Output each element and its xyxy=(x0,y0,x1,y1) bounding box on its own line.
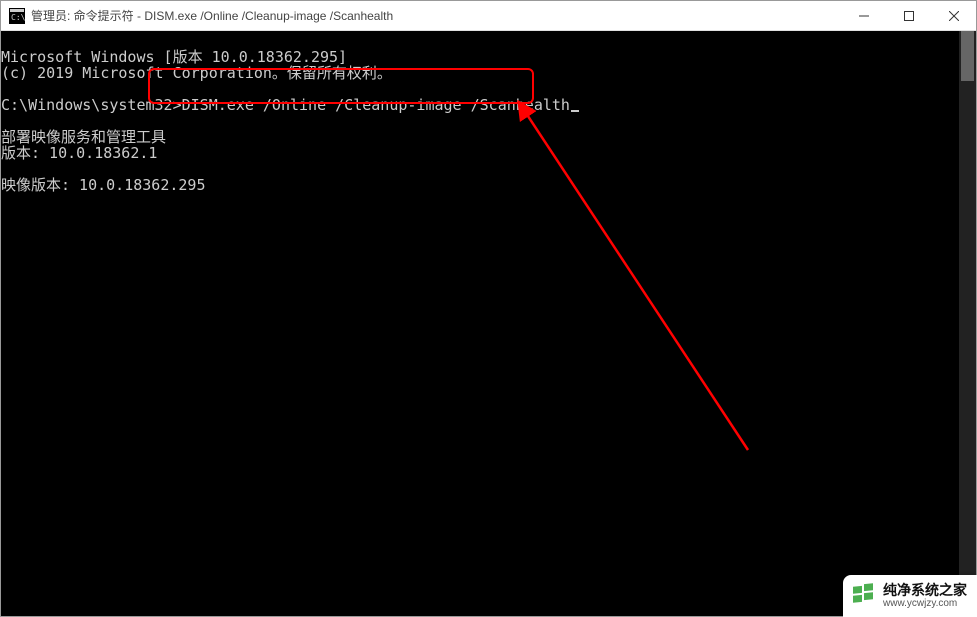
watermark-url: www.ycwjzy.com xyxy=(883,598,967,609)
cmd-window: C:\ 管理员: 命令提示符 - DISM.exe /Online /Clean… xyxy=(0,0,977,617)
minimize-button[interactable] xyxy=(841,1,886,30)
svg-text:C:\: C:\ xyxy=(11,13,25,22)
output-line: 映像版本: 10.0.18362.295 xyxy=(1,176,206,194)
close-button[interactable] xyxy=(931,1,976,30)
titlebar[interactable]: C:\ 管理员: 命令提示符 - DISM.exe /Online /Clean… xyxy=(1,1,976,31)
window-controls xyxy=(841,1,976,30)
prompt-line: C:\Windows\system32>DISM.exe /Online /Cl… xyxy=(1,96,579,114)
prompt-path: C:\Windows\system32> xyxy=(1,96,182,114)
cursor xyxy=(571,110,579,112)
watermark-title: 纯净系统之家 xyxy=(883,583,967,598)
output-line: (c) 2019 Microsoft Corporation。保留所有权利。 xyxy=(1,64,392,82)
watermark: 纯净系统之家 www.ycwjzy.com xyxy=(843,575,977,617)
output-line: 版本: 10.0.18362.1 xyxy=(1,144,157,162)
maximize-button[interactable] xyxy=(886,1,931,30)
vertical-scrollbar[interactable] xyxy=(959,31,976,616)
terminal-area: Microsoft Windows [版本 10.0.18362.295] (c… xyxy=(1,31,976,616)
scrollbar-thumb[interactable] xyxy=(961,31,974,81)
cmd-icon: C:\ xyxy=(9,8,25,24)
prompt-command: DISM.exe /Online /Cleanup-image /Scanhea… xyxy=(182,96,570,114)
terminal-output[interactable]: Microsoft Windows [版本 10.0.18362.295] (c… xyxy=(1,31,959,616)
watermark-logo-icon xyxy=(851,583,877,609)
window-title: 管理员: 命令提示符 - DISM.exe /Online /Cleanup-i… xyxy=(31,7,841,24)
watermark-text: 纯净系统之家 www.ycwjzy.com xyxy=(883,583,967,609)
